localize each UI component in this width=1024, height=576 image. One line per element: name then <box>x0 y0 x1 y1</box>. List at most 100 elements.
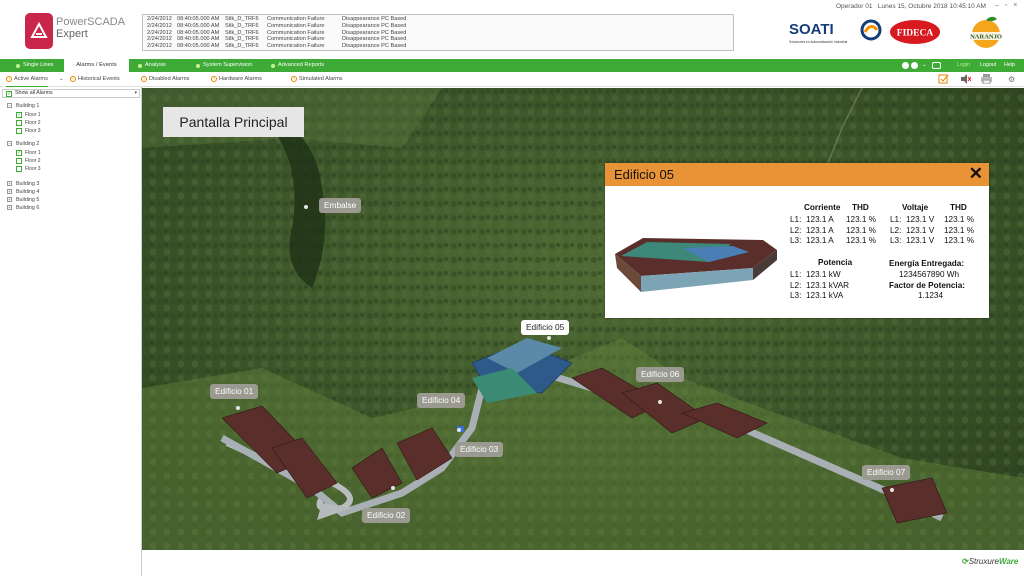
map-label-edificio-07[interactable]: Edificio 07 <box>862 465 911 480</box>
header: PowerSCADA Expert 2/24/2012 08:40:05.000 … <box>0 0 1024 58</box>
tree-floor[interactable]: ✓ Floor 1 <box>16 112 41 118</box>
nav-alarms-events[interactable]: Alarms / Events <box>64 59 129 72</box>
print-icon[interactable] <box>981 74 992 84</box>
nav-single-lines[interactable]: Single Lines <box>14 59 53 72</box>
tree-building-6[interactable]: + Building 6 <box>7 205 39 211</box>
location-pin-icon[interactable] <box>391 486 395 490</box>
tree-building-5[interactable]: + Building 5 <box>7 197 39 203</box>
status-dot-icon <box>138 63 142 68</box>
power-value: 123.1 kW <box>806 270 841 279</box>
factor-label: Factor de Potencia: <box>889 281 965 290</box>
nav-analysis[interactable]: Analysis <box>136 59 166 72</box>
status-dot-icon <box>196 63 200 68</box>
location-pin-icon[interactable] <box>304 205 308 209</box>
expand-icon[interactable]: + <box>7 181 12 186</box>
tree-building-2[interactable]: − Building 2 <box>7 141 39 147</box>
alarm-subnav: ! Active Alarms ⌄ ! Historical Events ! Dis… <box>0 72 1024 87</box>
location-pin-icon[interactable] <box>236 406 240 410</box>
checkbox-icon[interactable] <box>16 128 22 134</box>
voltage-thd-header: THD <box>950 203 967 212</box>
power-phase: L3: <box>790 291 802 300</box>
map-label-edificio-06[interactable]: Edificio 06 <box>636 367 685 382</box>
voltage-phase: L1: <box>890 215 902 224</box>
warning-icon: ! <box>141 76 147 82</box>
tree-building-1[interactable]: − Building 1 <box>7 103 39 109</box>
alarm-row[interactable]: 2/24/2012 08:40:05.000 AM Stlk_D_TRF6 Commu… <box>147 36 729 43</box>
checkbox-icon[interactable] <box>16 120 22 126</box>
checkbox-icon[interactable] <box>16 166 22 172</box>
map-label-embalse[interactable]: Embalse <box>319 198 362 213</box>
gear-icon[interactable]: ⚙ <box>1008 75 1015 84</box>
map-label-edificio-02[interactable]: Edificio 02 <box>362 508 411 523</box>
current-phase: L2: <box>790 226 802 235</box>
login-link[interactable]: Login <box>957 59 970 72</box>
logout-link[interactable]: Logout <box>980 59 996 72</box>
chat-icon[interactable] <box>932 62 941 69</box>
alarm-row[interactable]: 2/24/2012 08:40:05.000 AM Stlk_D_TRF6 Commu… <box>147 23 729 30</box>
nav-advanced-reports[interactable]: Advanced Reports <box>269 59 324 72</box>
app-name: PowerSCADA <box>56 16 126 28</box>
panel-header: Edificio 05 ✕ <box>605 163 989 186</box>
tree-floor[interactable]: Floor 2 <box>16 120 41 126</box>
checkbox-icon[interactable]: ✓ <box>16 112 22 118</box>
chevron-down-icon[interactable]: ⌄ <box>922 59 926 72</box>
checkbox-icon[interactable]: ✓ <box>16 150 22 156</box>
close-icon[interactable]: ✕ <box>969 164 983 184</box>
soati-logo: SOATI Soluciones en Automatización Indus… <box>787 18 885 46</box>
silence-icon[interactable] <box>960 74 971 84</box>
map-label-edificio-05[interactable]: Edificio 05 <box>521 320 570 335</box>
tab-historical-events[interactable]: ! Historical Events <box>70 72 120 87</box>
voltage-thd: 123.1 % <box>944 215 975 224</box>
alarm-ticker[interactable]: 2/24/2012 08:40:05.000 AM Stlk_D_TRF6 Commu… <box>142 14 734 51</box>
acknowledge-icon[interactable] <box>938 74 949 84</box>
location-pin-icon[interactable] <box>547 336 551 340</box>
checkbox-icon[interactable] <box>16 158 22 164</box>
power-value: 123.1 kVAR <box>806 281 850 290</box>
voltaje-header: Voltaje <box>902 203 929 212</box>
app-edition: Expert <box>56 28 88 40</box>
collapse-icon[interactable]: − <box>7 103 12 108</box>
window-controls[interactable]: – ▫ × <box>995 2 1019 9</box>
operator-name: Operador 01 <box>836 3 873 10</box>
map-label-edificio-04[interactable]: Edificio 04 <box>417 393 466 408</box>
show-all-alarms-select[interactable]: ✓ Show all Alarms ▾ <box>2 89 140 98</box>
expand-icon[interactable]: + <box>7 189 12 194</box>
nav-system-supervision[interactable]: System Supervision <box>194 59 252 72</box>
alarm-row[interactable]: 2/24/2012 08:40:05.000 AM Stlk_D_TRF6 Commu… <box>147 43 729 50</box>
active-alarms-dropdown[interactable]: ⌄ <box>51 72 64 87</box>
map-label-edificio-01[interactable]: Edificio 01 <box>210 384 259 399</box>
help-link[interactable]: Help <box>1004 59 1015 72</box>
energia-value: 1234567890 Wh <box>899 270 960 279</box>
location-pin-icon[interactable] <box>658 400 662 404</box>
next-icon[interactable] <box>911 62 918 69</box>
map-label-edificio-03[interactable]: Edificio 03 <box>455 442 504 457</box>
warning-icon: ! <box>70 76 76 82</box>
tab-simulated-alarms[interactable]: ! Simulated Alarms <box>291 72 343 87</box>
alarm-row[interactable]: 2/24/2012 08:40:05.000 AM Stlk_D_TRF6 Commu… <box>147 16 729 23</box>
alarm-row[interactable]: 2/24/2012 08:40:05.000 AM Stlk_D_TRF6 Commu… <box>147 30 729 37</box>
power-phase: L1: <box>790 270 802 279</box>
tree-floor[interactable]: Floor 3 <box>16 128 41 134</box>
expand-icon[interactable]: + <box>7 197 12 202</box>
tree-floor[interactable]: Floor 3 <box>16 166 41 172</box>
tab-disabled-alarms[interactable]: ! Disabled Alarms <box>141 72 189 87</box>
tree-floor[interactable]: ✓ Floor 1 <box>16 150 41 156</box>
status-dot-icon <box>271 63 275 68</box>
site-map[interactable]: Pantalla Principal Embalse Edificio 01 E… <box>142 88 1024 550</box>
svg-text:NARANJO: NARANJO <box>970 34 1002 41</box>
tab-hardware-alarms[interactable]: ! Hardware Alarms <box>211 72 262 87</box>
tree-building-4[interactable]: + Building 4 <box>7 189 39 195</box>
page-title: Pantalla Principal <box>163 107 304 137</box>
power-phase: L2: <box>790 281 802 290</box>
checkbox-icon: ✓ <box>6 91 12 97</box>
expand-icon[interactable]: + <box>7 205 12 210</box>
tab-active-alarms[interactable]: ! Active Alarms <box>6 72 48 87</box>
current-datetime: Lunes 15, Octubre 2018 10:45:10 AM <box>877 3 986 10</box>
tree-floor[interactable]: Floor 2 <box>16 158 41 164</box>
prev-icon[interactable] <box>902 62 909 69</box>
collapse-icon[interactable]: − <box>7 141 12 146</box>
tree-building-3[interactable]: + Building 3 <box>7 181 39 187</box>
location-pin-icon[interactable] <box>890 488 894 492</box>
current-phase: L3: <box>790 236 802 245</box>
location-pin-icon[interactable] <box>457 428 461 432</box>
